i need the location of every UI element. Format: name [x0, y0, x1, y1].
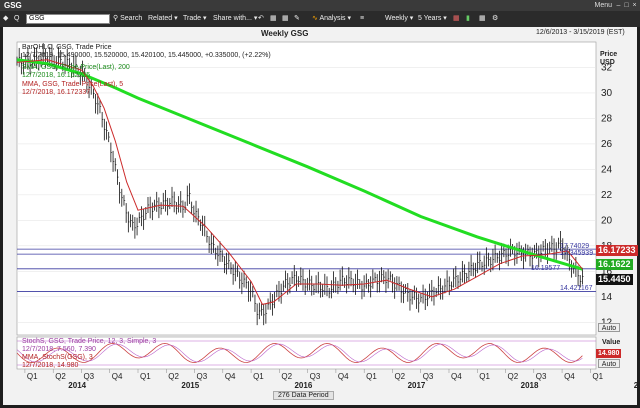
data-period-label: 276 Data Period: [273, 391, 334, 400]
last-price-box: 15.4450: [596, 274, 633, 285]
x-tick-label: Q3: [423, 372, 434, 381]
legend-mmas-line2: 12/7/2018, 14.980: [22, 362, 79, 369]
date-range: 12/6/2013 - 3/15/2019 (EST): [536, 29, 625, 36]
indicators-icon[interactable]: ≡: [360, 11, 364, 27]
stoch-auto-button[interactable]: Auto: [598, 359, 620, 368]
x-tick-label: Q1: [479, 372, 490, 381]
search-label: Search: [120, 15, 143, 22]
window-title: GSG: [4, 1, 22, 10]
sma-value-box: 16.1622: [596, 259, 633, 270]
settings-icon[interactable]: ⚙: [492, 11, 498, 27]
minimize-icon[interactable]: –: [615, 2, 622, 9]
related-button[interactable]: Related ▾: [148, 11, 178, 27]
scale-icon[interactable]: ▦: [479, 11, 486, 27]
x-year-label: 2014: [68, 381, 86, 390]
title-bar: GSG Menu – □ ×: [0, 0, 640, 11]
x-year-label: 2016: [294, 381, 312, 390]
y-tick-label: 14: [601, 292, 613, 303]
period-dropdown[interactable]: Weekly ▾: [385, 11, 413, 27]
legend-mma-line1: MMA, GSG, Trade Price(Last), 5: [22, 81, 124, 88]
y-tick-label: 26: [601, 139, 613, 150]
chart-title: Weekly GSG: [261, 29, 309, 38]
x-tick-label: Q3: [83, 372, 94, 381]
x-tick-label: Q1: [253, 372, 264, 381]
analysis-icon: ∿: [312, 15, 318, 22]
axis-title-usd: USD: [600, 59, 615, 66]
x-tick-label: Q2: [394, 372, 405, 381]
search-icon: ⚲: [113, 15, 119, 22]
y-tick-label: 24: [601, 164, 613, 175]
x-tick-label: Q1: [366, 372, 377, 381]
level-label-2: 17.345939: [560, 250, 594, 257]
y-tick-label: 22: [601, 190, 613, 201]
price-auto-button[interactable]: Auto: [598, 323, 620, 332]
x-tick-label: Q1: [592, 372, 603, 381]
mma-value-box: 16.17233: [596, 245, 638, 256]
symbol-input[interactable]: GSG: [26, 14, 110, 24]
x-tick-label: Q2: [508, 372, 519, 381]
x-tick-label: Q4: [338, 372, 349, 381]
x-tick-label: Q4: [112, 372, 123, 381]
legend-stoch-line2: 12/7/2018, 7.560, 7.390: [22, 346, 96, 353]
analysis-button[interactable]: ∿ Analysis ▾: [312, 11, 351, 27]
x-tick-label: Q4: [451, 372, 462, 381]
legend-stoch-line1: StochS, GSG, Trade Price, 12, 3, Simple,…: [22, 338, 157, 345]
period-label: Weekly: [385, 15, 408, 22]
x-tick-label: Q3: [536, 372, 547, 381]
bars-icon[interactable]: ▮: [466, 11, 470, 27]
x-tick-label: Q4: [564, 372, 575, 381]
maximize-icon[interactable]: □: [623, 2, 630, 9]
level-label-3: 16.19577: [531, 265, 561, 272]
legend-mmas-line1: MMA, StochS(GSG), 3: [22, 354, 93, 361]
x-tick-label: Q1: [27, 372, 38, 381]
tile-icon[interactable]: ▦: [270, 11, 277, 27]
analysis-label: Analysis: [319, 15, 346, 22]
undo-icon[interactable]: ↶: [258, 11, 264, 27]
legend-sma-line1: SMA, GSG, Trade Price(Last), 200: [22, 64, 130, 71]
x-year-label: 2015: [181, 381, 199, 390]
range-label: 5 Years: [418, 15, 442, 22]
search-button[interactable]: ⚲ Search: [113, 11, 142, 27]
x-year-label: 2018: [521, 381, 539, 390]
x-tick-label: Q2: [55, 372, 66, 381]
grid-icon[interactable]: ▦: [282, 11, 289, 27]
axis-title-price: Price: [600, 51, 618, 58]
level-label-4: 14.421167: [560, 285, 593, 292]
x-year-label: 2019: [634, 381, 637, 390]
value-label: Value: [602, 339, 621, 346]
close-icon[interactable]: ×: [631, 2, 638, 9]
y-tick-label: 30: [601, 88, 613, 99]
x-tick-label: Q4: [225, 372, 236, 381]
menu-button[interactable]: Menu: [594, 0, 612, 11]
legend-bars-line2: 12/7/2018, 15.490000, 15.520000, 15.4201…: [22, 52, 271, 59]
trade-label: Trade: [183, 15, 202, 22]
x-tick-label: Q3: [197, 372, 208, 381]
chart-type-icon[interactable]: ▦: [453, 11, 460, 27]
share-label: Share with...: [213, 15, 252, 22]
link-icon[interactable]: ◆: [3, 11, 8, 27]
level-label-1: 17.74029: [560, 243, 590, 250]
y-tick-label: 28: [601, 113, 613, 124]
range-dropdown[interactable]: 5 Years ▾: [418, 11, 447, 27]
trade-button[interactable]: Trade ▾: [183, 11, 207, 27]
legend-mma-line2: 12/7/2018, 16.172337: [22, 89, 91, 96]
x-year-label: 2017: [408, 381, 426, 390]
legend-sma-line2: 12/7/2018, 16.162225: [22, 72, 91, 79]
x-tick-label: Q3: [310, 372, 321, 381]
legend-bars-line1: BarOHLC, GSG, Trade Price: [22, 44, 112, 51]
draw-icon[interactable]: ✎: [294, 11, 300, 27]
x-tick-label: Q1: [140, 372, 151, 381]
toolbar: ◆ Q GSG ⚲ Search Related ▾ Trade ▾ Share…: [0, 11, 640, 27]
related-label: Related: [148, 15, 173, 22]
y-tick-label: 20: [601, 215, 613, 226]
chart-area[interactable]: 1214161820222426283032 Q1Q2Q3Q4Q1Q2Q3Q4Q…: [3, 27, 638, 405]
x-tick-label: Q2: [281, 372, 292, 381]
x-tick-label: Q2: [168, 372, 179, 381]
stoch-value-box: 14.980: [596, 349, 622, 358]
symbol-dropdown-icon[interactable]: Q: [14, 11, 19, 27]
share-button[interactable]: Share with... ▾: [213, 11, 257, 27]
